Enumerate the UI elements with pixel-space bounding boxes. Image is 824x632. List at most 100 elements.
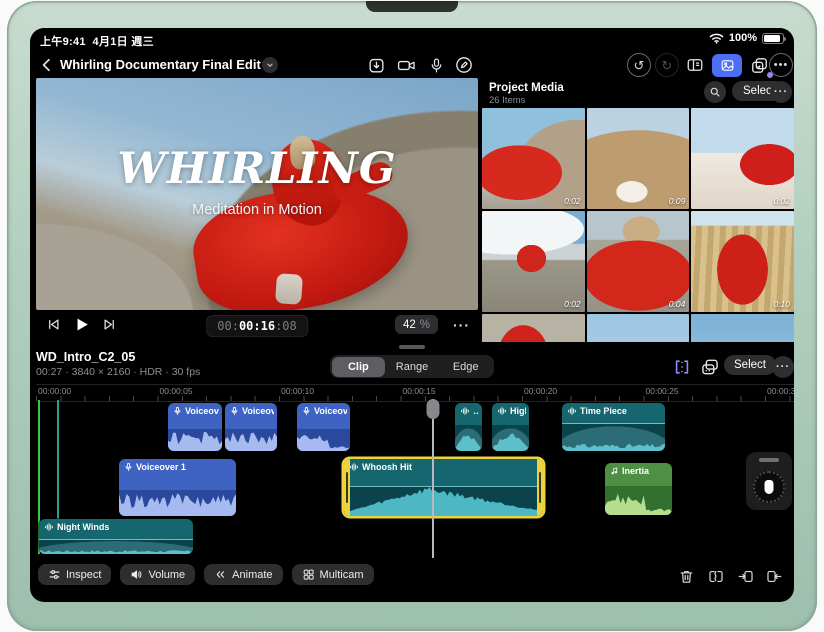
mic-icon	[230, 406, 239, 416]
media-thumbnail-red-back[interactable]	[482, 314, 585, 342]
more-options-button[interactable]: •••	[768, 53, 794, 77]
video-subtitle-overlay: Meditation in Motion	[192, 202, 322, 218]
clip-waveform	[168, 429, 222, 451]
timeline-clip-voiceover-2[interactable]: Voiceover 2	[225, 403, 277, 451]
inspect-button[interactable]: Inspect	[38, 564, 112, 585]
clip-waveform	[119, 490, 236, 516]
mode-edge[interactable]: Edge	[439, 357, 493, 377]
audio-fade-curve	[492, 427, 529, 451]
media-thumbnail-spin-closeup[interactable]: 0:04	[586, 211, 690, 312]
media-browser-button-active[interactable]	[712, 54, 742, 77]
media-thumbnail-wheat-field[interactable]: 0:10	[691, 211, 794, 312]
wave-icon	[349, 462, 359, 472]
trim-handle-right[interactable]	[537, 459, 543, 516]
volume-line[interactable]	[39, 539, 193, 541]
play-button[interactable]	[72, 315, 91, 334]
panel-resize-grabber[interactable]	[399, 345, 425, 349]
bottom-toolbar: Inspect Volume Animate Multicam	[30, 562, 794, 592]
record-video-button[interactable]	[393, 53, 419, 77]
animate-button[interactable]: Animate	[204, 564, 283, 585]
project-title[interactable]: Whirling Documentary Final Edit	[60, 57, 261, 72]
ruler-label: 00:00:25	[645, 386, 679, 396]
redo-button[interactable]: ↻	[654, 53, 680, 77]
media-more-button[interactable]: ···	[770, 81, 792, 103]
insert-after-button[interactable]	[764, 566, 784, 586]
timeline-clip-voiceover-3[interactable]: Voiceover 3	[297, 403, 350, 451]
media-panel-title: Project Media	[489, 82, 564, 94]
screen: 上午9:41 4月1日 週三 100% Whirling Documentary…	[30, 28, 794, 602]
delete-button[interactable]	[676, 566, 696, 586]
wave-icon	[497, 406, 507, 416]
media-thumbnail-cappadocia-valley[interactable]: 0:09	[586, 108, 690, 209]
back-button[interactable]	[38, 55, 56, 75]
timeline-more-button[interactable]: ···	[772, 356, 794, 378]
media-thumbnail-spin-rocks[interactable]: 0:02	[482, 108, 585, 209]
viewer-more-button[interactable]: ···	[453, 317, 470, 333]
thumbnail-duration: 0:09	[668, 196, 686, 206]
timecode[interactable]: 00:00:16:08	[206, 315, 308, 337]
timeline-select-button[interactable]: Select	[724, 355, 776, 375]
record-audio-button[interactable]	[423, 53, 449, 77]
import-button[interactable]	[363, 53, 389, 77]
timeline-clip-audio[interactable]: …	[455, 403, 482, 451]
insert-before-button[interactable]	[736, 566, 756, 586]
timeline-header: WD_Intro_C2_05 00:27 · 3840 × 2160 · HDR…	[30, 342, 794, 384]
timeline-clip-inertia[interactable]: Inertia	[605, 463, 672, 515]
audio-fade-curve	[455, 427, 482, 451]
media-thumbnail-badlands-clouds[interactable]: 0:02	[482, 211, 585, 312]
pencil-tool-button[interactable]	[451, 53, 477, 77]
mic-icon	[124, 462, 133, 472]
jog-wheel-pointer	[764, 480, 774, 494]
connect-overlay-button[interactable]	[698, 355, 722, 379]
dancer-legs	[274, 273, 304, 305]
media-thumbnail-sky-clouds[interactable]	[691, 314, 794, 342]
clip-waveform	[605, 486, 672, 515]
volume-line[interactable]	[562, 423, 665, 425]
viewer-zoom-control[interactable]: 42%	[394, 315, 438, 334]
volume-line[interactable]	[344, 486, 543, 488]
ruler-divider	[36, 401, 794, 402]
media-grid: 0:02 0:09 0:02 0:02 0:04 0:10	[482, 108, 794, 342]
volume-button[interactable]: Volume	[120, 564, 196, 585]
clip-label: Voiceover 3	[314, 406, 347, 416]
clip-label: …	[473, 406, 479, 416]
jog-wheel-handle[interactable]	[759, 458, 779, 462]
viewer[interactable]: WHIRLING Meditation in Motion	[36, 78, 478, 310]
playhead-handle[interactable]	[426, 399, 440, 419]
timeline-clip-whoosh-hit[interactable]: Whoosh Hit	[344, 459, 543, 516]
split-clip-button[interactable]	[706, 566, 726, 586]
jog-wheel-dial[interactable]	[753, 471, 785, 503]
clip-label: Voiceover 2	[242, 406, 274, 416]
timeline-clip-name: WD_Intro_C2_05	[36, 350, 136, 364]
trim-handle-left[interactable]	[344, 459, 350, 516]
mode-clip[interactable]: Clip	[331, 356, 386, 377]
multicam-button[interactable]: Multicam	[291, 564, 374, 585]
mode-range[interactable]: Range	[385, 357, 439, 377]
mic-icon	[302, 406, 311, 416]
search-button[interactable]	[704, 81, 726, 103]
undo-button[interactable]: ↺	[626, 53, 652, 77]
project-media-panel: Project Media 26 Items Select ··· 0:02 0:…	[482, 78, 794, 342]
timeline[interactable]: 00:00:00 00:00:05 00:00:10 00:00:15 00:00:20…	[36, 384, 794, 560]
clip-waveform	[39, 539, 193, 554]
jog-wheel[interactable]	[746, 452, 792, 510]
snapping-button[interactable]	[670, 355, 694, 379]
thumbnail-duration: 0:02	[564, 299, 581, 309]
clip-label: Voiceover 2	[185, 406, 219, 416]
browser-panel-button[interactable]	[682, 53, 708, 77]
clip-waveform	[492, 425, 529, 451]
timeline-clip-time-piece[interactable]: Time Piece	[562, 403, 665, 451]
title-chevron-down-icon[interactable]	[262, 57, 278, 73]
skip-forward-button[interactable]	[102, 317, 117, 332]
timeline-clip-high[interactable]: High…	[492, 403, 529, 451]
media-thumbnail-hat-closeup[interactable]	[586, 314, 690, 342]
timeline-clip-night-winds[interactable]: Night Winds	[39, 519, 193, 554]
timeline-clip-voiceover-1[interactable]: Voiceover 1	[119, 459, 236, 516]
clip-label: Night Winds	[57, 522, 110, 532]
thumbnail-duration: 0:10	[773, 299, 790, 309]
status-time-date: 上午9:41 4月1日 週三	[40, 36, 154, 48]
skip-back-button[interactable]	[46, 317, 61, 332]
media-thumbnail-salt-flat[interactable]: 0:02	[691, 108, 794, 209]
timeline-clip-voiceover-2[interactable]: Voiceover 2	[168, 403, 222, 451]
playhead[interactable]	[426, 399, 440, 558]
